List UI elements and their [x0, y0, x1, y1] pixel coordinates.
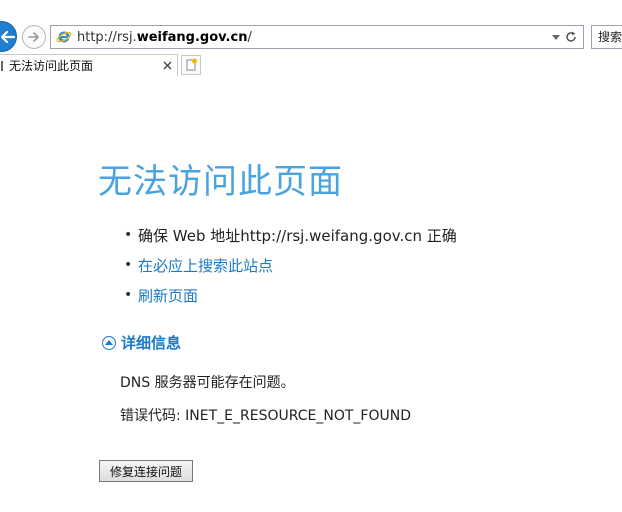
- fix-connection-button[interactable]: 修复连接问题: [99, 460, 193, 482]
- new-tab-button[interactable]: [181, 55, 201, 75]
- browser-chrome: http://rsj.weifang.gov.cn/ 搜索 无法访问此页面: [0, 0, 622, 76]
- page-icon: [1, 60, 7, 71]
- bullet-dot: •: [124, 227, 133, 243]
- back-button[interactable]: [0, 21, 17, 52]
- url-suffix: /: [247, 29, 252, 45]
- chevron-up-circle-icon: [102, 335, 116, 350]
- details-toggle[interactable]: 详细信息: [102, 332, 181, 353]
- url-text[interactable]: http://rsj.weifang.gov.cn/: [77, 30, 252, 45]
- new-tab-icon: [186, 58, 197, 71]
- page-title: 无法访问此页面: [98, 162, 343, 202]
- navigation-bar: http://rsj.weifang.gov.cn/ 搜索: [0, 20, 622, 54]
- address-bar[interactable]: http://rsj.weifang.gov.cn/: [50, 25, 584, 49]
- list-item: • 在必应上搜索此站点: [124, 250, 457, 280]
- bullet-dot: •: [124, 257, 133, 273]
- forward-arrow-icon: [28, 32, 39, 42]
- bullet-dot: •: [124, 287, 133, 303]
- tab-strip: 无法访问此页面: [0, 54, 622, 76]
- list-item: • 确保 Web 地址http://rsj.weifang.gov.cn 正确: [124, 220, 457, 250]
- dns-message: DNS 服务器可能存在问题。: [120, 375, 295, 391]
- chevron-down-icon[interactable]: [551, 31, 561, 43]
- search-box[interactable]: 搜索: [591, 25, 622, 49]
- error-code: 错误代码: INET_E_RESOURCE_NOT_FOUND: [120, 408, 412, 424]
- forward-button[interactable]: [22, 25, 46, 49]
- url-prefix: http://rsj.: [77, 29, 137, 45]
- tab-title: 无法访问此页面: [9, 59, 94, 73]
- suggestion-list: • 确保 Web 地址http://rsj.weifang.gov.cn 正确 …: [124, 220, 457, 310]
- url-domain: weifang.gov.cn: [136, 29, 248, 45]
- ie-logo-icon: [55, 28, 73, 46]
- back-arrow-icon: [0, 30, 15, 43]
- refresh-page-link[interactable]: 刷新页面: [138, 285, 198, 306]
- close-icon[interactable]: [160, 58, 174, 72]
- tab-active[interactable]: 无法访问此页面: [0, 54, 178, 76]
- list-item: • 刷新页面: [124, 280, 457, 310]
- bing-search-link[interactable]: 在必应上搜索此站点: [138, 255, 273, 276]
- details-label: 详细信息: [121, 334, 182, 352]
- check-address-text: 确保 Web 地址http://rsj.weifang.gov.cn 正确: [138, 226, 457, 245]
- refresh-icon[interactable]: [564, 30, 578, 44]
